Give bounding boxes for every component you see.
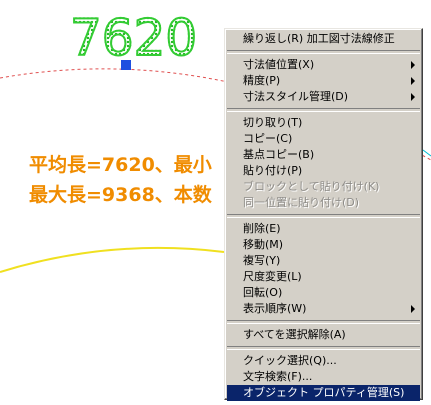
submenu-arrow-icon — [411, 305, 415, 313]
menu-item[interactable]: 繰り返し(R) 加工図寸法線修正 — [227, 31, 420, 47]
menu-item[interactable]: 寸法スタイル管理(D) — [227, 89, 420, 105]
menu-item-label: 尺度変更(L) — [243, 270, 302, 283]
menu-item-label: 寸法値位置(X) — [243, 58, 315, 71]
dimension-value-text[interactable]: 7620 — [69, 11, 198, 65]
menu-separator — [227, 214, 420, 218]
submenu-arrow-icon — [411, 77, 415, 85]
menu-item-label: ブロックとして貼り付け(K) — [243, 180, 380, 193]
menu-item-label: 回転(O) — [243, 286, 283, 299]
menu-item-label: 移動(M) — [243, 238, 284, 251]
menu-item-label: 寸法スタイル管理(D) — [243, 90, 349, 103]
menu-item[interactable]: 寸法値位置(X) — [227, 57, 420, 73]
average-length-text[interactable]: 平均長=7620、最小 — [29, 150, 212, 177]
menu-separator — [227, 50, 420, 54]
submenu-arrow-icon — [411, 93, 415, 101]
menu-separator — [227, 320, 420, 324]
yellow-arc — [0, 246, 225, 273]
menu-item[interactable]: 切り取り(T) — [227, 115, 420, 131]
menu-item-label: 精度(P) — [243, 74, 281, 87]
menu-item[interactable]: 表示順序(W) — [227, 301, 420, 317]
menu-item-label: コピー(C) — [243, 132, 293, 145]
menu-item[interactable]: 尺度変更(L) — [227, 269, 420, 285]
menu-item[interactable]: オブジェクト プロパティ管理(S) — [227, 385, 420, 401]
menu-item: 同一位置に貼り付け(D) — [227, 195, 420, 211]
menu-item[interactable]: 文字検索(F)... — [227, 369, 420, 385]
menu-item-label: 表示順序(W) — [243, 302, 307, 315]
menu-item[interactable]: 精度(P) — [227, 73, 420, 89]
menu-separator — [227, 346, 420, 350]
menu-item[interactable]: すべてを選択解除(A) — [227, 327, 420, 343]
menu-item-label: オブジェクト プロパティ管理(S) — [243, 386, 405, 399]
menu-item-label: クイック選択(Q)... — [243, 354, 337, 367]
menu-item[interactable]: 基点コピー(B) — [227, 147, 420, 163]
menu-item[interactable]: 貼り付け(P) — [227, 163, 420, 179]
menu-item-label: すべてを選択解除(A) — [243, 328, 346, 341]
menu-item-label: 基点コピー(B) — [243, 148, 315, 161]
menu-item[interactable]: 複写(Y) — [227, 253, 420, 269]
menu-item[interactable]: クイック選択(Q)... — [227, 353, 420, 369]
max-length-text[interactable]: 最大長=9368、本数 — [29, 180, 212, 207]
menu-item-label: 削除(E) — [243, 222, 281, 235]
context-menu: 繰り返し(R) 加工図寸法線修正 寸法値位置(X) 精度(P) 寸法スタイル管理(D)… — [224, 28, 423, 401]
menu-item: ブロックとして貼り付け(K) — [227, 179, 420, 195]
menu-item[interactable]: コピー(C) — [227, 131, 420, 147]
menu-item[interactable]: 回転(O) — [227, 285, 420, 301]
stray-line — [422, 149, 431, 157]
menu-item-label: 切り取り(T) — [243, 116, 303, 129]
menu-item-label: 同一位置に貼り付け(D) — [243, 196, 360, 209]
menu-item-label: 繰り返し(R) 加工図寸法線修正 — [243, 32, 395, 45]
grip-handle[interactable] — [121, 60, 131, 70]
menu-item-label: 複写(Y) — [243, 254, 281, 267]
menu-item-label: 文字検索(F)... — [243, 370, 313, 383]
menu-item[interactable]: 移動(M) — [227, 237, 420, 253]
menu-item-label: 貼り付け(P) — [243, 164, 303, 177]
menu-separator — [227, 108, 420, 112]
menu-item[interactable]: 削除(E) — [227, 221, 420, 237]
submenu-arrow-icon — [411, 61, 415, 69]
